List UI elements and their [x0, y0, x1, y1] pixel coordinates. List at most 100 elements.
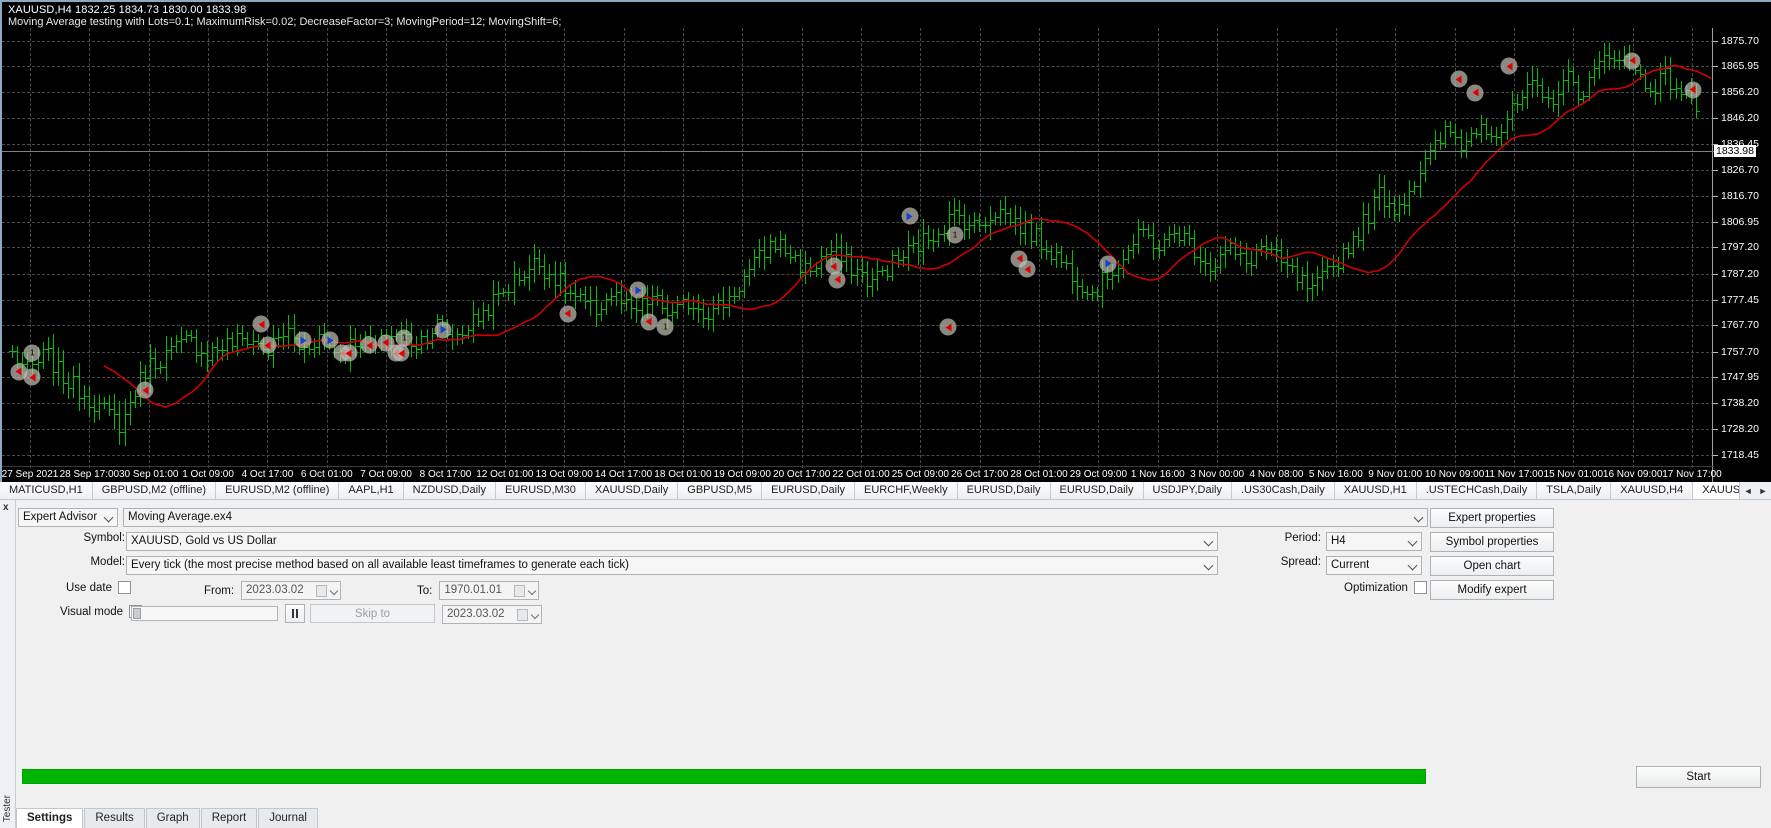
tab-scroll-left-icon[interactable]: ◄ — [1744, 486, 1753, 496]
use-date-checkbox[interactable] — [118, 581, 131, 594]
open-chart-button[interactable]: Open chart — [1430, 556, 1554, 576]
strategy-tester-panel: x Tester Expert Advisor Moving Average.e… — [0, 500, 1771, 828]
arrow-icon — [1472, 89, 1478, 97]
arrow-icon — [834, 276, 840, 284]
time-tick: 6 Oct 01:00 — [301, 469, 353, 480]
modify-expert-button[interactable]: Modify expert — [1430, 580, 1554, 600]
chart-tab-5[interactable]: EURUSD,M30 — [496, 482, 586, 499]
trade-marker-sell — [340, 345, 357, 362]
chart-tab-label: XAUUSD,Daily — [595, 484, 668, 496]
visual-speed-slider[interactable] — [131, 606, 278, 621]
skip-to-button[interactable]: Skip to — [310, 604, 435, 623]
price-tick: 1846.20 — [1721, 112, 1759, 124]
chart-tab-label: XAUUSD,H4 — [1620, 484, 1683, 496]
spread-select[interactable]: Current — [1326, 556, 1422, 575]
chart-plot[interactable]: 1111 — [2, 28, 1714, 468]
chart-tab-label: MATICUSD,H1 — [9, 484, 83, 496]
tester-tab-results[interactable]: Results — [84, 808, 144, 828]
calendar-icon[interactable] — [316, 585, 327, 597]
pause-button[interactable] — [285, 604, 305, 623]
model-label: Model: — [90, 556, 125, 568]
from-date-field[interactable]: 2023.03.02 — [241, 581, 341, 600]
chart-tab-11[interactable]: EURUSD,Daily — [1051, 482, 1144, 499]
time-axis[interactable]: 27 Sep 202128 Sep 17:0030 Sep 01:001 Oct… — [2, 466, 1714, 482]
time-tick: 1 Oct 09:00 — [182, 469, 234, 480]
price-axis[interactable]: 1875.701865.951856.201846.201836.451826.… — [1712, 28, 1771, 484]
chart-tab-16[interactable]: TSLA,Daily — [1537, 482, 1611, 499]
price-tick: 1757.70 — [1721, 346, 1759, 358]
chart-tab-label: EURUSD,M2 (offline) — [225, 484, 329, 496]
chart-tab-strip[interactable]: MATICUSD,H1 GBPUSD,M2 (offline) EURUSD,M2 … — [0, 482, 1771, 500]
chart-tab-label: .US30Cash,Daily — [1241, 484, 1325, 496]
time-tick: 19 Oct 09:00 — [714, 469, 771, 480]
expert-properties-button[interactable]: Expert properties — [1430, 508, 1554, 528]
chevron-down-icon — [1408, 537, 1418, 547]
period-select[interactable]: H4 — [1326, 532, 1422, 551]
chart-tab-label: USDJPY,Daily — [1153, 484, 1223, 496]
tester-tab-bar[interactable]: SettingsResultsGraphReportJournal — [16, 809, 319, 828]
tester-tab-settings[interactable]: Settings — [16, 808, 83, 828]
arrow-icon — [1016, 255, 1022, 263]
chart-tab-nav[interactable]: ◄ ► — [1739, 482, 1771, 500]
time-tick: 11 Nov 17:00 — [1485, 469, 1544, 480]
chevron-down-icon[interactable] — [531, 611, 539, 619]
arrow-icon — [440, 326, 446, 334]
chart-tab-8[interactable]: EURUSD,Daily — [762, 482, 855, 499]
symbol-properties-button[interactable]: Symbol properties — [1430, 532, 1554, 552]
chart-tab-label: EURCHF,Weekly — [864, 484, 948, 496]
to-label: To: — [417, 585, 432, 597]
slider-knob[interactable] — [133, 608, 141, 619]
chart-tab-6[interactable]: XAUUSD,Daily — [586, 482, 678, 499]
tab-scroll-right-icon[interactable]: ► — [1759, 486, 1768, 496]
chart-tab-4[interactable]: NZDUSD,Daily — [404, 482, 496, 499]
tester-tab-journal[interactable]: Journal — [258, 808, 318, 828]
chart-tab-7[interactable]: GBPUSD,M5 — [678, 482, 762, 499]
chart-tab-3[interactable]: AAPL,H1 — [339, 482, 403, 499]
skip-to-date-field[interactable]: 2023.03.02 — [442, 605, 542, 624]
trade-marker-sell — [559, 305, 576, 322]
to-date-field[interactable]: 1970.01.01 — [439, 581, 539, 600]
chart-tab-10[interactable]: EURUSD,Daily — [958, 482, 1051, 499]
chart-tab-12[interactable]: USDJPY,Daily — [1144, 482, 1233, 499]
tester-side-strip: x Tester — [0, 500, 16, 828]
price-tick: 1747.95 — [1721, 371, 1759, 383]
arrow-icon — [383, 339, 389, 347]
chart-tab-9[interactable]: EURCHF,Weekly — [855, 482, 958, 499]
optimization-checkbox[interactable] — [1414, 581, 1427, 594]
trade-marker-sell — [253, 316, 270, 333]
calendar-icon[interactable] — [517, 609, 528, 621]
chart-tab-0[interactable]: MATICUSD,H1 — [0, 482, 93, 499]
chevron-down-icon[interactable] — [330, 587, 338, 595]
arrow-icon — [1690, 86, 1696, 94]
chart-area[interactable]: XAUUSD,H4 1832.25 1834.73 1830.00 1833.9… — [0, 0, 1771, 482]
price-tick: 1816.70 — [1721, 190, 1759, 202]
chart-tab-label: AAPL,H1 — [348, 484, 393, 496]
arrow-icon — [29, 373, 35, 381]
tester-tab-graph[interactable]: Graph — [146, 808, 200, 828]
model-select[interactable]: Every tick (the most precise method base… — [126, 556, 1218, 575]
trade-marker-sell — [259, 337, 276, 354]
close-icon[interactable]: x — [3, 502, 9, 513]
price-tick: 1738.20 — [1721, 397, 1759, 409]
symbol-select[interactable]: XAUUSD, Gold vs US Dollar — [126, 532, 1218, 551]
trade-marker-label: 1 — [947, 226, 964, 243]
chart-tab-2[interactable]: EURUSD,M2 (offline) — [216, 482, 339, 499]
chart-tab-1[interactable]: GBPUSD,M2 (offline) — [93, 482, 216, 499]
chart-tab-14[interactable]: XAUUSD,H1 — [1335, 482, 1417, 499]
time-tick: 28 Oct 01:00 — [1010, 469, 1067, 480]
expert-type-select[interactable]: Expert Advisor — [18, 508, 118, 527]
chart-tab-17[interactable]: XAUUSD,H4 — [1611, 482, 1693, 499]
calendar-icon[interactable] — [514, 585, 525, 597]
chart-tab-label: TSLA,Daily — [1546, 484, 1601, 496]
pause-icon-bar — [292, 609, 294, 618]
chevron-down-icon — [1408, 561, 1418, 571]
arrow-icon — [142, 386, 148, 394]
chevron-down-icon[interactable] — [528, 587, 536, 595]
arrow-icon — [300, 336, 306, 344]
expert-file-select[interactable]: Moving Average.ex4 — [123, 508, 1428, 527]
tester-tab-report[interactable]: Report — [201, 808, 258, 828]
chart-tab-13[interactable]: .US30Cash,Daily — [1232, 482, 1335, 499]
start-button[interactable]: Start — [1636, 766, 1761, 788]
trade-marker-sell — [137, 382, 154, 399]
chart-tab-15[interactable]: .USTECHCash,Daily — [1417, 482, 1537, 499]
